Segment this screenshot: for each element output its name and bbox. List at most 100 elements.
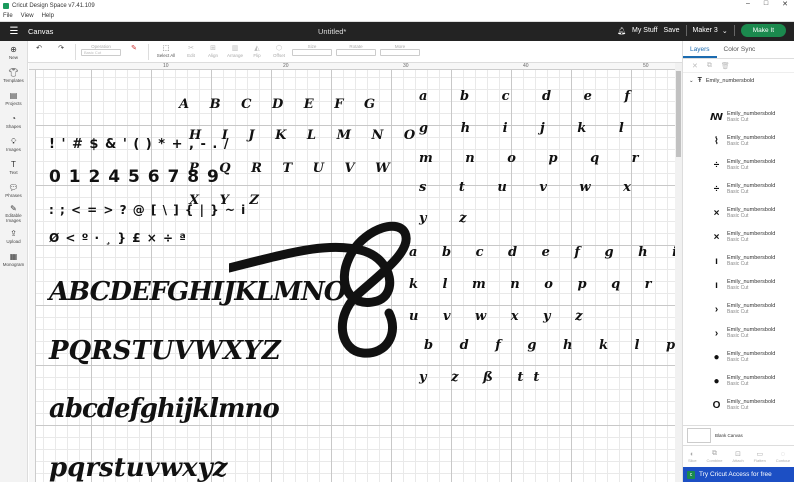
contour-button[interactable]: ◌ Contour xyxy=(776,451,790,463)
canvas-text-symbols-3[interactable]: : ; < = > ? @ [ \ ] { | } ~ i xyxy=(49,203,246,217)
layer-item[interactable]: ⌇ Emily_numbersbold Basic Cut xyxy=(683,129,794,153)
sidebar-item-images[interactable]: 💡︎ Images xyxy=(0,133,27,156)
large-script-glyph[interactable] xyxy=(229,213,414,368)
arrange-icon: ▥ xyxy=(231,45,239,52)
sidebar-item-text[interactable]: T Text xyxy=(0,156,27,179)
design-canvas[interactable]: A B C D E F G H I J K L M N O P Q R T U … xyxy=(29,63,675,482)
sidebar-item-upload[interactable]: ⇪ Upload xyxy=(0,225,27,248)
tab-color-sync[interactable]: Color Sync xyxy=(717,41,763,58)
size-field[interactable]: Size xyxy=(290,44,334,56)
divider xyxy=(733,25,735,36)
canvas-text-tails-4[interactable]: s t u v w x xyxy=(419,180,645,195)
sidebar-item-templates[interactable]: 👕︎ Templates xyxy=(0,64,27,87)
menu-file[interactable]: File xyxy=(3,13,13,19)
layer-item[interactable]: ● Emily_numbersbold Basic Cut xyxy=(683,369,794,393)
canvas-text-tails-1[interactable]: a b c d e f xyxy=(419,89,644,104)
duplicate-icon[interactable]: ⧉ xyxy=(707,62,712,70)
blank-canvas-row[interactable]: Blank Canvas xyxy=(683,425,794,445)
layer-thumbnail-icon: ● xyxy=(713,351,720,363)
ruler-vertical xyxy=(29,70,36,482)
offset-button[interactable]: ⬡ Offset xyxy=(268,44,290,58)
sidebar-item-phrases[interactable]: 💬︎ Phrases xyxy=(0,179,27,202)
canvas-text-tails-5[interactable]: y z xyxy=(419,211,480,226)
layer-item[interactable]: O Emily_numbersbold Basic Cut xyxy=(683,393,794,417)
tab-layers[interactable]: Layers xyxy=(683,41,717,58)
edit-button[interactable]: ✂ Edit xyxy=(180,44,202,58)
undo-button[interactable]: ↶ xyxy=(28,44,50,53)
layer-item[interactable]: › Emily_numbersbold Basic Cut xyxy=(683,297,794,321)
chevron-down-icon: ⌄ xyxy=(721,27,728,35)
sidebar-item-shapes[interactable]: ◔ Shapes xyxy=(0,110,27,133)
canvas-text-lower-1[interactable]: abcdefghijklmno xyxy=(49,394,280,424)
divider xyxy=(75,44,76,60)
canvas-text-tails3-1[interactable]: b d f g h k l p q t xyxy=(424,338,675,353)
canvas-text-lower-2[interactable]: pqrstuvwxyz xyxy=(49,453,227,482)
canvas-scrollbar[interactable] xyxy=(675,63,682,482)
cricut-access-promo[interactable]: c Try Cricut Access for free xyxy=(683,467,794,482)
close-icon[interactable]: ✕ xyxy=(782,0,788,8)
sidebar-item-projects[interactable]: ▤ Projects xyxy=(0,87,27,110)
operation-dropdown[interactable]: Operation Basic Cut xyxy=(79,44,123,56)
layers-panel: Layers Color Sync ✕ ⧉ 🗑︎ ⌄ Ŧ Emily_numbe… xyxy=(682,41,794,482)
chevron-down-icon[interactable]: ⌄ xyxy=(689,78,694,84)
group-icon[interactable]: ✕ xyxy=(692,62,698,70)
canvas-text-tails3-2[interactable]: y z ß tt xyxy=(419,370,549,385)
maximize-icon[interactable]: □ xyxy=(764,0,768,8)
layer-item[interactable]: › Emily_numbersbold Basic Cut xyxy=(683,321,794,345)
plus-icon: ⊕ xyxy=(10,45,17,54)
layer-thumbnail-icon: ꟿ xyxy=(709,111,724,123)
layer-thumbnail-icon: ı xyxy=(715,255,718,267)
canvas-text-tails-2[interactable]: g h i j k l xyxy=(419,121,638,136)
folder-icon: ▤ xyxy=(9,91,18,100)
delete-icon[interactable]: 🗑︎ xyxy=(721,62,730,70)
menu-help[interactable]: Help xyxy=(42,13,54,19)
arrange-button[interactable]: ▥ Arrange xyxy=(224,44,246,58)
canvas-text-symbols-4[interactable]: Ø < º · ¸ } £ × ÷ ª xyxy=(49,231,187,245)
canvas-text-tails2-1[interactable]: a b c d e f g h i j xyxy=(409,245,675,260)
rotate-field[interactable]: Rotate xyxy=(334,44,378,56)
more-button[interactable]: More xyxy=(378,44,422,56)
machine-selector[interactable]: Maker 3 ⌄ xyxy=(693,27,728,35)
minimize-icon[interactable]: – xyxy=(746,0,750,8)
layer-item[interactable]: ꟿ Emily_numbersbold Basic Cut xyxy=(683,105,794,129)
canvas-text-tails2-2[interactable]: k l m n o p q r s t xyxy=(409,277,675,292)
layer-item[interactable]: ı Emily_numbersbold Basic Cut xyxy=(683,273,794,297)
select-all-button[interactable]: ⬚ Select All xyxy=(152,44,180,58)
canvas-text-symbols-1[interactable]: ! ' # $ & ' ( ) * + , - . / xyxy=(49,137,230,152)
canvas-text-upper-1[interactable]: A B C D E F G xyxy=(179,97,383,112)
hamburger-menu-icon[interactable]: ☰ xyxy=(0,26,28,37)
canvas-text-tails-3[interactable]: m n o p q r xyxy=(419,151,653,166)
header-bar: ☰ Canvas Untitled* 🔔︎ My Stuff Save Make… xyxy=(0,22,794,41)
combine-icon: ⧉ xyxy=(712,450,717,457)
canvas-color-swatch[interactable] xyxy=(687,428,711,443)
layer-item[interactable]: ● Emily_numbersbold Basic Cut xyxy=(683,345,794,369)
flip-button[interactable]: ◭ Flip xyxy=(246,44,268,58)
canvas-text-symbols-2[interactable]: 0 1 2 4 5 6 7 8 9 xyxy=(49,167,220,187)
text-icon: T xyxy=(11,160,16,169)
flatten-button[interactable]: ▭ Flatten xyxy=(754,450,766,463)
align-button[interactable]: ⊞ Align xyxy=(202,44,224,58)
left-sidebar: ⊕ New 👕︎ Templates ▤ Projects ◔ Shapes 💡︎ Ima… xyxy=(0,41,28,482)
sidebar-item-editable-images[interactable]: ✎ Editable Images xyxy=(0,202,27,225)
scrollbar-thumb[interactable] xyxy=(676,71,681,157)
canvas-text-tails2-3[interactable]: u v w x y z xyxy=(409,309,593,324)
layer-item[interactable]: ÷ Emily_numbersbold Basic Cut xyxy=(683,153,794,177)
layer-item[interactable]: ÷ Emily_numbersbold Basic Cut xyxy=(683,177,794,201)
save-button[interactable]: Save xyxy=(664,27,680,34)
combine-button[interactable]: ⧉ Combine xyxy=(707,450,723,463)
slice-button[interactable]: ◐ Slice xyxy=(688,451,697,463)
menu-view[interactable]: View xyxy=(21,13,34,19)
redo-button[interactable]: ↷ xyxy=(50,44,72,53)
make-it-button[interactable]: Make It xyxy=(740,24,786,37)
layer-item[interactable]: × Emily_numbersbold Basic Cut xyxy=(683,201,794,225)
my-stuff-link[interactable]: My Stuff xyxy=(632,27,658,34)
sidebar-item-monogram[interactable]: ▦ Monogram xyxy=(0,248,27,271)
layer-group[interactable]: ⌄ Ŧ Emily_numbersbold xyxy=(683,73,794,88)
bell-icon[interactable]: 🔔︎ xyxy=(617,27,626,35)
layer-item[interactable]: × Emily_numbersbold Basic Cut xyxy=(683,225,794,249)
canvas-text-upper-3[interactable]: P Q R T U V W xyxy=(189,161,398,176)
pen-icon[interactable]: ✎ xyxy=(123,44,145,53)
sidebar-item-new[interactable]: ⊕ New xyxy=(0,41,27,64)
layer-item[interactable]: ı Emily_numbersbold Basic Cut xyxy=(683,249,794,273)
attach-button[interactable]: ⊡ Attach xyxy=(732,450,743,463)
